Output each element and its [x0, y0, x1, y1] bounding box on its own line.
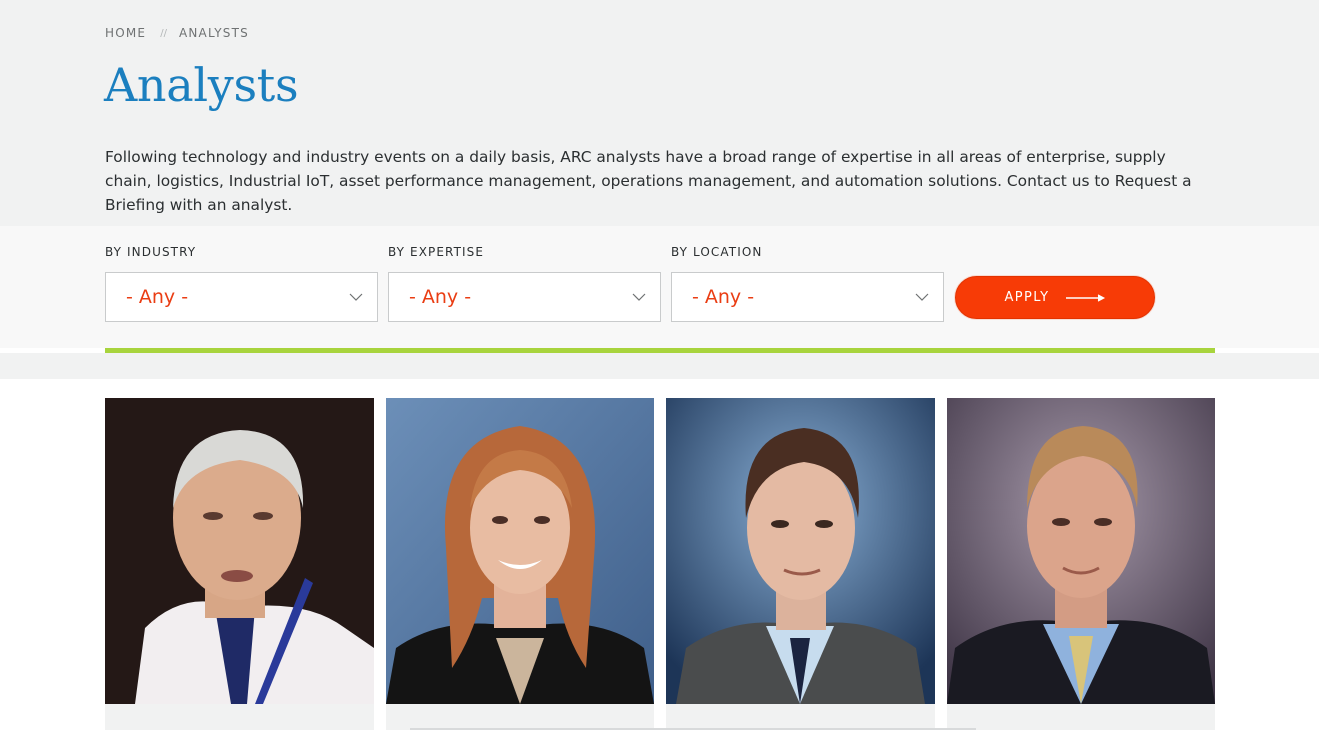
expertise-select-value: - Any -	[409, 286, 472, 308]
page-intro: Following technology and industry events…	[105, 148, 1192, 214]
section-divider	[0, 353, 1319, 379]
analyst-card[interactable]	[666, 398, 935, 730]
breadcrumb: HOME // ANALYSTS	[105, 26, 249, 40]
analyst-card[interactable]	[947, 398, 1215, 730]
chevron-down-icon	[349, 293, 363, 301]
expertise-select[interactable]: - Any -	[388, 272, 661, 322]
industry-select[interactable]: - Any -	[105, 272, 378, 322]
apply-button-label: APPLY	[1004, 290, 1050, 305]
location-select-value: - Any -	[692, 286, 755, 308]
chevron-down-icon	[632, 293, 646, 301]
analyst-photo[interactable]	[947, 398, 1215, 704]
analyst-photo[interactable]	[666, 398, 935, 704]
industry-select-value: - Any -	[126, 286, 189, 308]
page-title: Analysts	[104, 58, 299, 112]
chevron-down-icon	[915, 293, 929, 301]
analyst-photo[interactable]	[105, 398, 374, 704]
breadcrumb-home-link[interactable]: HOME	[105, 26, 146, 40]
analyst-card[interactable]	[105, 398, 374, 730]
arrow-right-icon	[1065, 293, 1105, 302]
location-filter-label: BY LOCATION	[671, 245, 763, 259]
breadcrumb-separator: //	[160, 27, 167, 39]
analyst-card[interactable]	[386, 398, 654, 730]
breadcrumb-current: ANALYSTS	[178, 26, 249, 40]
analyst-photo[interactable]	[386, 398, 654, 704]
apply-button[interactable]: APPLY	[955, 276, 1155, 319]
location-select[interactable]: - Any -	[671, 272, 944, 322]
expertise-filter-label: BY EXPERTISE	[388, 245, 485, 259]
industry-filter-label: BY INDUSTRY	[105, 245, 197, 259]
